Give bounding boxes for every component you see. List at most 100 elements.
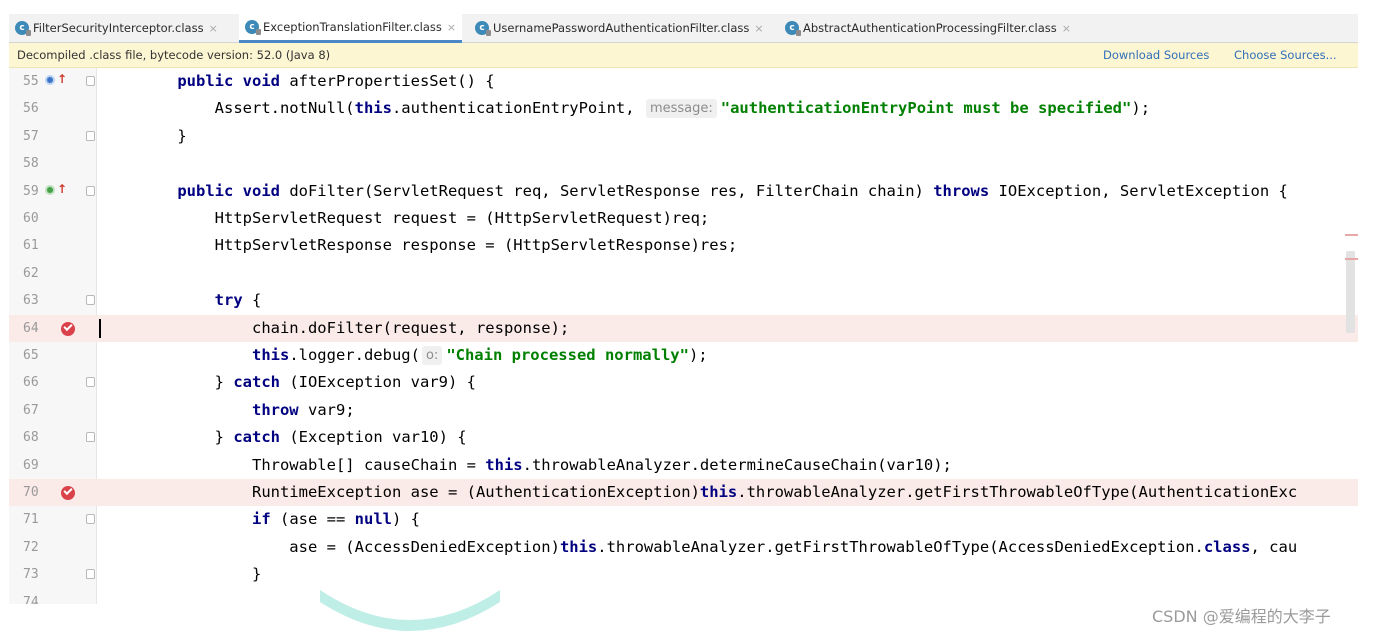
code-line[interactable]: 68 } catch (Exception var10) { [9,424,1358,451]
implements-method-icon[interactable] [45,75,55,85]
line-number[interactable]: 61 [23,232,55,259]
code-text[interactable]: HttpServletResponse response = (HttpServ… [140,232,738,259]
line-number[interactable]: 57 [23,123,55,150]
code-text[interactable]: this.logger.debug(o: "Chain processed nor… [140,342,708,369]
close-icon[interactable]: × [1062,22,1071,35]
code-token: (IOException var9) { [280,373,476,391]
tab-abstract-authentication-processing-filter[interactable]: c AbstractAuthenticationProcessingFilter… [779,14,1077,42]
line-number[interactable]: 65 [23,342,55,369]
fold-toggle-icon[interactable] [86,569,95,579]
keyword-token: throw [251,401,299,419]
implements-method-icon[interactable] [45,185,55,195]
line-number[interactable]: 72 [23,534,55,561]
code-line[interactable]: 64 chain.doFilter(request, response); [9,315,1358,342]
line-number[interactable]: 71 [23,506,55,533]
string-literal: "Chain processed normally" [446,346,689,364]
keyword-token: throws [933,182,990,200]
line-number[interactable]: 67 [23,397,55,424]
line-number[interactable]: 64 [23,315,55,342]
code-line[interactable]: 73 } [9,561,1358,588]
line-number[interactable]: 58 [23,150,55,177]
code-line[interactable]: 60 HttpServletRequest request = (HttpSer… [9,205,1358,232]
keyword-token: catch [233,373,280,391]
fold-toggle-icon[interactable] [86,295,95,305]
error-stripe-marker[interactable] [1345,258,1358,260]
code-text[interactable]: } catch (IOException var9) { [140,369,476,396]
fold-toggle-icon[interactable] [86,377,95,387]
code-line[interactable]: 69 Throwable[] causeChain = this.throwab… [9,452,1358,479]
error-stripe-marker[interactable] [1345,234,1358,236]
class-file-icon: c [245,20,261,35]
code-line[interactable]: 74 [9,589,1358,604]
line-number[interactable]: 69 [23,452,55,479]
tab-exception-translation-filter[interactable]: c ExceptionTranslationFilter.class × [239,14,463,43]
code-text[interactable]: RuntimeException ase = (AuthenticationEx… [140,479,1297,506]
editor-tab-bar: c FilterSecurityInterceptor.class × c Ex… [9,14,1358,43]
code-token: var9; [298,401,355,419]
code-text[interactable]: ase = (AccessDeniedException)this.throwa… [140,534,1297,561]
fold-toggle-icon[interactable] [86,432,95,442]
close-icon[interactable]: × [754,22,763,35]
code-line[interactable]: 70 RuntimeException ase = (Authenticatio… [9,479,1358,506]
download-sources-link[interactable]: Download Sources [1103,43,1209,67]
code-token: .authenticationEntryPoint, [391,99,644,117]
code-line[interactable]: 65 this.logger.debug(o: "Chain processed … [9,342,1358,369]
class-file-icon: c [475,21,491,36]
line-number[interactable]: 60 [23,205,55,232]
code-line[interactable]: 67 throw var9; [9,397,1358,424]
code-line[interactable]: 63 try { [9,287,1358,314]
code-line[interactable]: 58 [9,150,1358,177]
code-line[interactable]: 61 HttpServletResponse response = (HttpS… [9,232,1358,259]
code-token: Assert.notNull( [140,99,355,117]
code-text[interactable]: chain.doFilter(request, response); [140,315,569,342]
line-number[interactable]: 63 [23,287,55,314]
code-text[interactable]: Throwable[] causeChain = this.throwableA… [140,452,952,479]
code-token: } [140,428,234,446]
tab-filter-security-interceptor[interactable]: c FilterSecurityInterceptor.class × [9,14,224,42]
vertical-scrollbar-thumb[interactable] [1346,251,1355,333]
code-text[interactable]: } catch (Exception var10) { [140,424,467,451]
close-icon[interactable]: × [447,21,456,34]
code-text[interactable]: } [140,123,186,150]
line-number[interactable]: 74 [23,589,55,604]
code-line[interactable]: 71 if (ase == null) { [9,506,1358,533]
code-line[interactable]: 59 ↑ public void doFilter(ServletRequest … [9,178,1358,205]
line-number[interactable]: 56 [23,95,55,122]
breakpoint-icon[interactable] [61,322,75,336]
choose-sources-link[interactable]: Choose Sources... [1234,43,1337,67]
code-line[interactable]: 55 ↑ public void afterPropertiesSet() { [9,68,1358,95]
code-text[interactable]: public void afterPropertiesSet() { [140,68,494,95]
code-editor[interactable]: 55 ↑ public void afterPropertiesSet() {56… [9,68,1358,604]
code-line[interactable]: 62 [9,260,1358,287]
breakpoint-icon[interactable] [61,486,75,500]
overrides-arrow-icon[interactable]: ↑ [57,183,67,195]
code-line[interactable]: 57 } [9,123,1358,150]
code-line[interactable]: 56 Assert.notNull(this.authenticationEnt… [9,95,1358,122]
code-text[interactable]: HttpServletRequest request = (HttpServle… [140,205,710,232]
code-text[interactable]: throw var9; [140,397,355,424]
keyword-token: this [699,483,738,501]
overrides-arrow-icon[interactable]: ↑ [57,73,67,85]
fold-toggle-icon[interactable] [86,131,95,141]
line-number[interactable]: 73 [23,561,55,588]
code-line[interactable]: 72 ase = (AccessDeniedException)this.thr… [9,534,1358,561]
fold-toggle-icon[interactable] [86,186,95,196]
tab-label: UsernamePasswordAuthenticationFilter.cla… [493,21,750,35]
line-number[interactable]: 66 [23,369,55,396]
code-text[interactable]: public void doFilter(ServletRequest req,… [140,178,1288,205]
line-number[interactable]: 62 [23,260,55,287]
fold-toggle-icon[interactable] [86,76,95,86]
code-text[interactable]: try { [140,287,262,314]
fold-toggle-icon[interactable] [86,514,95,524]
code-line[interactable]: 66 } catch (IOException var9) { [9,369,1358,396]
text-caret [99,319,101,338]
line-number[interactable]: 68 [23,424,55,451]
tab-username-password-authentication-filter[interactable]: c UsernamePasswordAuthenticationFilter.c… [469,14,770,42]
code-text[interactable]: if (ase == null) { [140,506,420,533]
code-text[interactable]: } [140,561,261,588]
line-number[interactable]: 70 [23,479,55,506]
close-icon[interactable]: × [209,22,218,35]
code-text[interactable]: Assert.notNull(this.authenticationEntryP… [140,95,1150,122]
